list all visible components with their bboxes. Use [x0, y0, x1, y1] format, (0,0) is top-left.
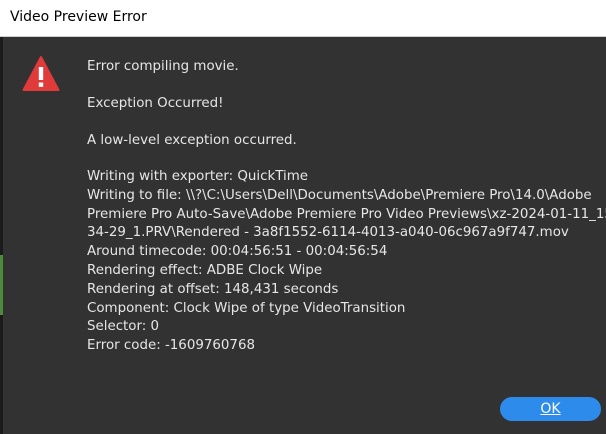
detail-line: Writing to file: \\?\C:\Users\Dell\Docum… [87, 187, 592, 203]
error-message-exception: Exception Occurred! [87, 96, 224, 111]
detail-line: Error code: -1609760768 [87, 338, 255, 354]
detail-line: Around timecode: 00:04:56:51 - 00:04:56:… [87, 244, 388, 260]
detail-line: Component: Clock Wipe of type VideoTrans… [87, 300, 406, 316]
warning-icon [22, 56, 60, 91]
detail-line: Writing with exporter: QuickTime [87, 169, 309, 184]
error-message-description: A low-level exception occurred. [87, 133, 297, 148]
detail-line: Premiere Pro Auto-Save\Adobe Premiere Pr… [87, 206, 606, 222]
background-window-edge [0, 37, 3, 434]
title-bar: Video Preview Error [0, 0, 606, 37]
detail-line: Selector: 0 [87, 319, 160, 335]
error-dialog: Video Preview Error Error compiling movi… [0, 0, 606, 434]
detail-line: Rendering effect: ADBE Clock Wipe [87, 262, 323, 278]
error-details: Writing with exporter: QuickTime Writing… [87, 168, 606, 356]
window-title: Video Preview Error [10, 9, 147, 25]
detail-line: 34-29_1.PRV\Rendered - 3a8f1552-6114-401… [87, 225, 569, 241]
ok-button[interactable]: OK [500, 397, 601, 421]
error-message-title: Error compiling movie. [87, 59, 239, 74]
detail-line: Rendering at offset: 148,431 seconds [87, 281, 339, 297]
background-thumbnail-strip [0, 255, 3, 315]
